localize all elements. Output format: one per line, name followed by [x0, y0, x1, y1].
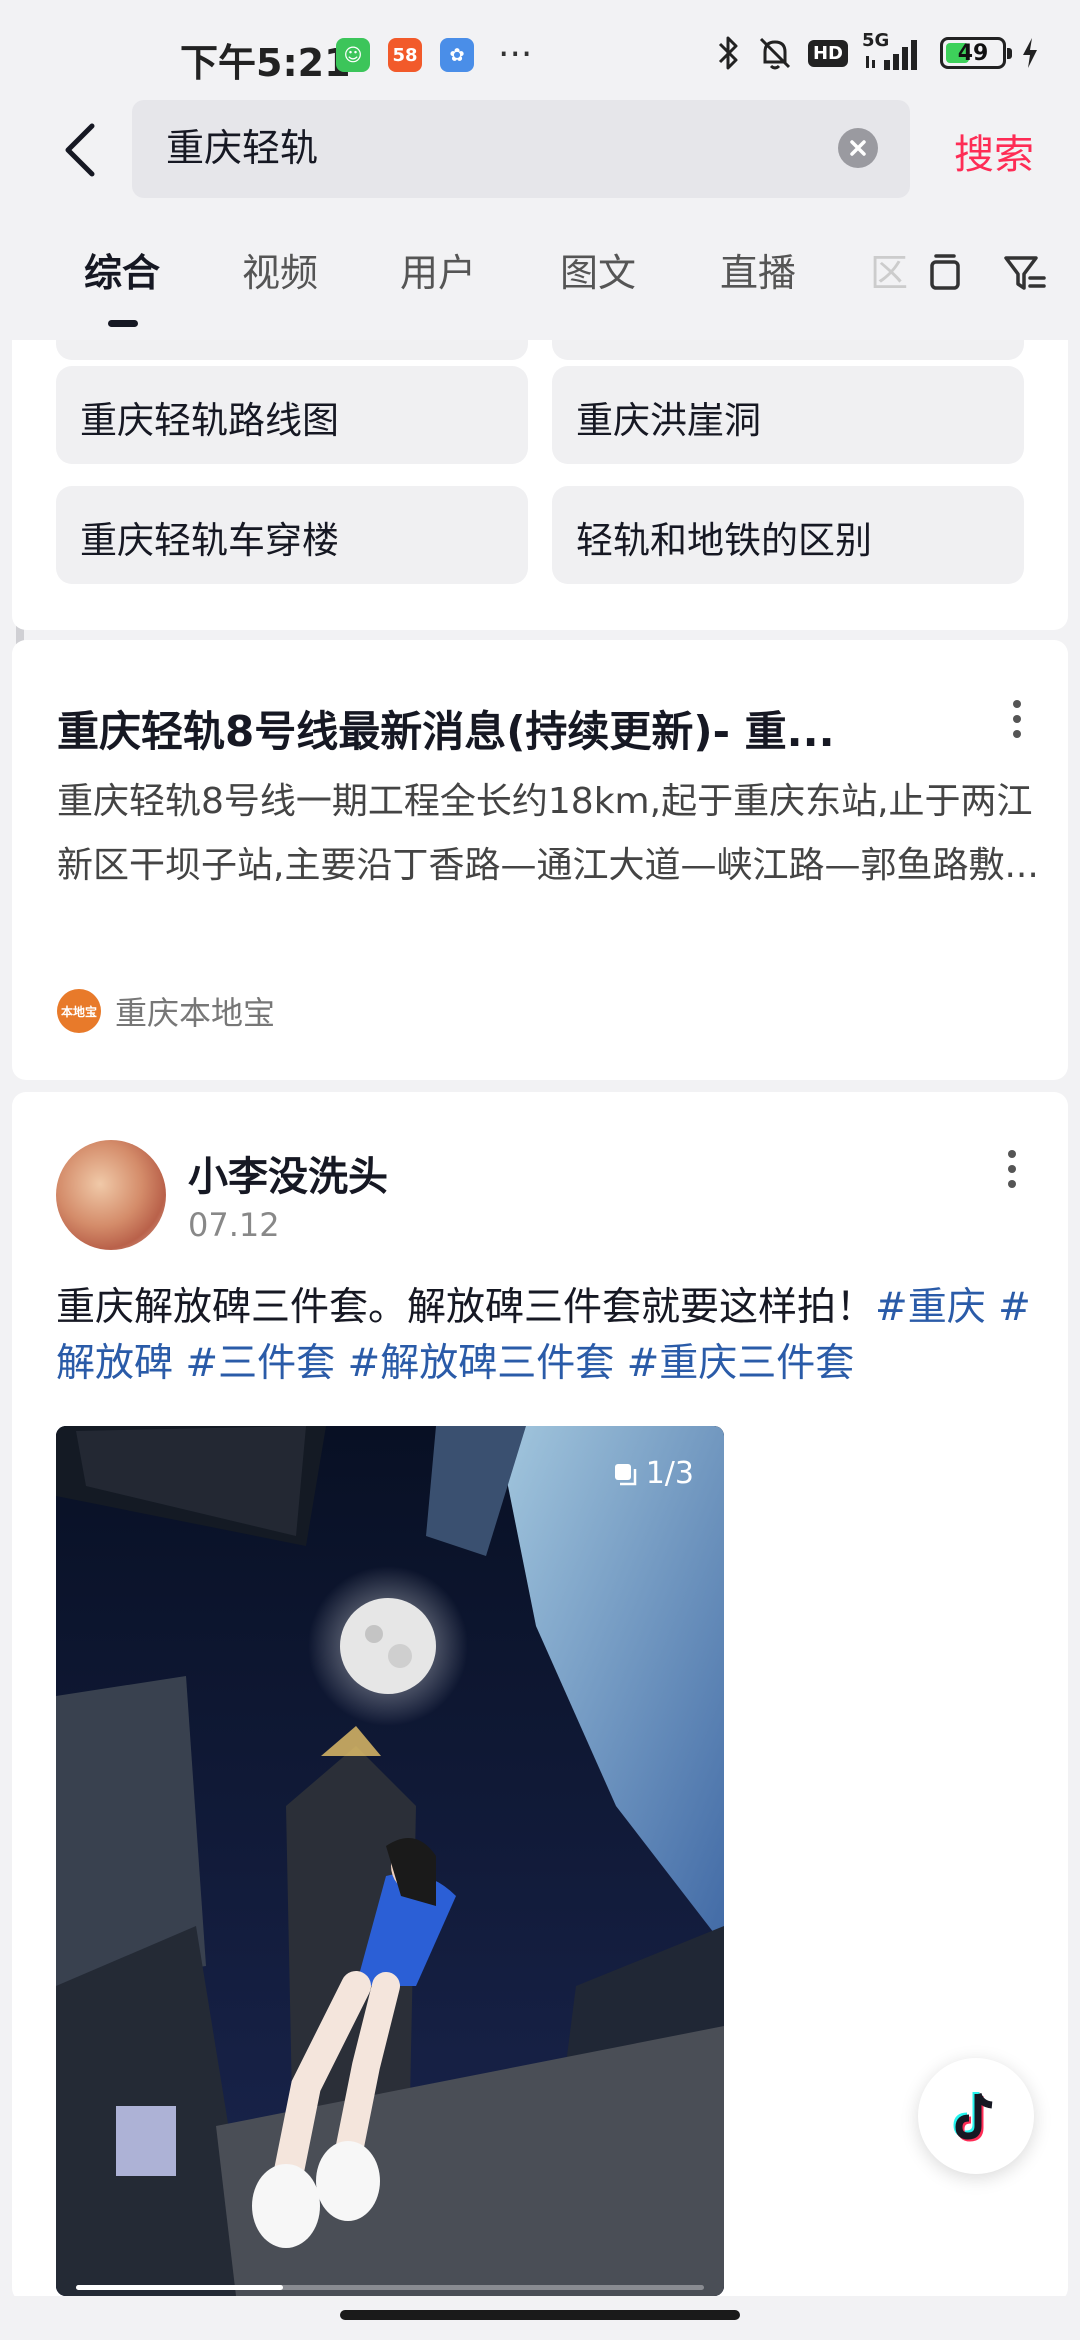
post-date: 07.12	[188, 1206, 280, 1244]
article-source[interactable]: 本地宝 重庆本地宝	[57, 988, 275, 1034]
chip-partial	[552, 340, 1024, 360]
home-indicator[interactable]	[340, 2310, 740, 2320]
tab-video[interactable]: 视频	[242, 242, 318, 297]
58-app-icon: 58	[388, 38, 422, 72]
article-card[interactable]: 重庆轻轨8号线最新消息(持续更新)- 重... 重庆轻轨8号线一期工程全长约18…	[12, 640, 1068, 1080]
active-tab-indicator	[108, 320, 138, 327]
source-logo-icon: 本地宝	[57, 989, 101, 1033]
layout-toggle-icon[interactable]	[920, 248, 970, 298]
article-title[interactable]: 重庆轻轨8号线最新消息(持续更新)- 重...	[57, 698, 937, 759]
post-caption-text: 重庆解放碑三件套。解放碑三件套就要这样拍！	[56, 1285, 876, 1330]
cloud-app-icon: ✿	[440, 38, 474, 72]
chevron-left-icon	[65, 123, 95, 177]
status-app-icons: ☺ 58 ✿ ···	[336, 34, 533, 75]
bluetooth-icon	[718, 36, 738, 70]
bell-muted-icon	[759, 37, 791, 70]
related-search-chip[interactable]: 轻轨和地铁的区别	[552, 486, 1024, 584]
avatar[interactable]	[56, 1140, 166, 1250]
tab-images-text[interactable]: 图文	[560, 242, 636, 297]
hashtag-link[interactable]: #三件套	[185, 1341, 335, 1386]
source-name: 重庆本地宝	[115, 994, 276, 1032]
back-button[interactable]	[50, 118, 110, 182]
hashtag-link[interactable]: #重庆三件套	[627, 1341, 855, 1386]
chip-partial	[56, 340, 528, 360]
night-city-photo	[56, 1426, 724, 2296]
post-image[interactable]: 1/3	[56, 1426, 724, 2296]
tab-overflow[interactable]: 区	[870, 242, 908, 297]
status-more-icon: ···	[498, 34, 533, 75]
tab-live[interactable]: 直播	[720, 242, 796, 297]
post-card: 小李没洗头 07.12 重庆解放碑三件套。解放碑三件套就要这样拍！#重庆 #解放…	[12, 1092, 1068, 2302]
battery-icon: 49	[940, 37, 1012, 69]
related-searches-card: 重庆轻轨路线图 重庆洪崖洞 重庆轻轨车穿楼 轻轨和地铁的区别	[12, 340, 1068, 630]
close-icon	[850, 140, 866, 156]
search-header: 搜索	[0, 100, 1080, 200]
copy-icon	[614, 1463, 636, 1485]
cat-app-icon: ☺	[336, 38, 370, 72]
post-caption: 重庆解放碑三件套。解放碑三件套就要这样拍！#重庆 #解放碑 #三件套 #解放碑三…	[56, 1280, 1036, 1392]
image-progress-bar	[76, 2285, 704, 2290]
related-search-chip[interactable]: 重庆轻轨车穿楼	[56, 486, 528, 584]
tab-comprehensive[interactable]: 综合	[84, 242, 160, 297]
charging-icon	[1023, 38, 1037, 68]
article-snippet: 重庆轻轨8号线一期工程全长约18km,起于重庆东站,止于两江新区干坝子站,主要沿…	[57, 781, 1039, 886]
tiktok-fab[interactable]	[918, 2058, 1034, 2174]
hd-badge: HD	[807, 39, 848, 67]
clear-button[interactable]	[838, 128, 878, 168]
hashtag-link[interactable]: #解放碑三件套	[348, 1341, 615, 1386]
tab-users[interactable]: 用户	[400, 242, 476, 297]
related-search-chip[interactable]: 重庆洪崖洞	[552, 366, 1024, 464]
hashtag-link[interactable]: #重庆	[875, 1285, 986, 1330]
status-time: 下午5:21	[180, 41, 351, 85]
filter-icon[interactable]	[1000, 248, 1050, 298]
search-box[interactable]	[132, 100, 910, 198]
related-search-chip[interactable]: 重庆轻轨路线图	[56, 366, 528, 464]
result-tabs: 综合 视频 用户 图文 直播 区	[0, 220, 1080, 340]
tiktok-logo-icon	[953, 2092, 993, 2142]
search-button[interactable]: 搜索	[954, 122, 1034, 180]
image-counter: 1/3	[612, 1456, 694, 1491]
more-options-icon[interactable]	[1007, 1150, 1017, 1188]
search-input[interactable]	[166, 122, 766, 166]
post-username[interactable]: 小李没洗头	[188, 1144, 388, 1202]
signal-icon: 5G	[862, 30, 926, 72]
status-bar: 下午5:21 ☺ 58 ✿ ··· HD 5G 49	[0, 0, 1080, 110]
status-indicators: HD 5G 49	[716, 30, 1040, 72]
more-options-icon[interactable]	[1012, 700, 1022, 738]
